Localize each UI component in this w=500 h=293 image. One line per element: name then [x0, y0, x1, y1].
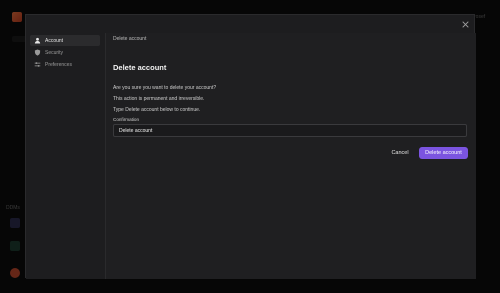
confirmation-input[interactable]: Delete account [113, 124, 467, 137]
settings-content: Delete account Delete account Are you su… [106, 33, 476, 279]
sidebar-item-security[interactable]: Security [30, 47, 100, 58]
close-button[interactable] [460, 19, 470, 29]
shield-icon [34, 49, 41, 56]
close-icon [461, 20, 469, 28]
sliders-icon [34, 61, 41, 68]
sidebar-item-label: Account [45, 37, 64, 44]
warning-text: This action is permanent and irreversibl… [113, 96, 205, 102]
warning-text: Are you sure you want to delete your acc… [113, 85, 217, 91]
sidebar-item-label: Security [45, 49, 64, 56]
confirmation-input-value: Delete account [119, 127, 153, 134]
settings-modal: Account Security Preferences Delete acco… [25, 14, 476, 279]
sidebar-item-label: Preferences [45, 61, 72, 68]
cancel-button[interactable]: Cancel [386, 147, 414, 159]
breadcrumb: Delete account [113, 36, 147, 42]
user-icon [34, 37, 41, 44]
settings-sidebar: Account Security Preferences [26, 33, 106, 279]
page-title: Delete account [113, 63, 167, 72]
instruction-text: Type Delete account below to continue. [113, 107, 201, 113]
sidebar-item-preferences[interactable]: Preferences [30, 59, 100, 70]
confirmation-label: Confirmation [113, 117, 140, 122]
sidebar-item-account[interactable]: Account [30, 35, 100, 46]
delete-account-button[interactable]: Delete account [419, 147, 468, 159]
